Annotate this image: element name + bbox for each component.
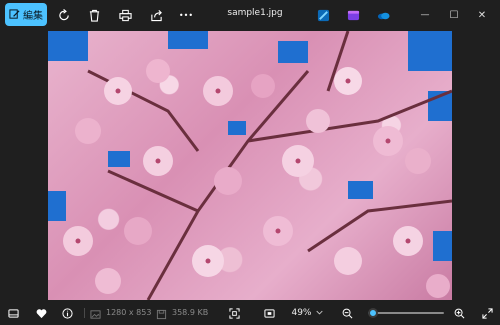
favorite-button[interactable] bbox=[33, 305, 49, 321]
minimize-button[interactable]: — bbox=[415, 5, 435, 25]
filmstrip-icon bbox=[7, 308, 19, 318]
share-button[interactable] bbox=[146, 5, 166, 25]
edit-icon bbox=[9, 9, 20, 19]
full-screen-button[interactable] bbox=[479, 305, 495, 321]
zoom-slider-thumb[interactable] bbox=[367, 308, 378, 318]
minimize-icon: — bbox=[420, 10, 430, 20]
zoom-value: 49% bbox=[291, 307, 312, 318]
zoom-dropdown[interactable]: 49% bbox=[285, 304, 329, 321]
info-button[interactable] bbox=[59, 305, 75, 321]
onedrive-button[interactable] bbox=[373, 5, 393, 25]
divider bbox=[84, 308, 85, 318]
expand-icon bbox=[481, 307, 493, 319]
maximize-icon: ☐ bbox=[449, 9, 459, 21]
zoom-in-button[interactable] bbox=[451, 305, 467, 321]
cherry-blossom-photo[interactable] bbox=[48, 31, 452, 300]
zoom-in-icon bbox=[454, 308, 464, 318]
delete-button[interactable] bbox=[84, 5, 104, 25]
photos-editor-icon bbox=[317, 9, 329, 21]
rotate-icon bbox=[58, 8, 69, 20]
trash-icon bbox=[89, 9, 99, 22]
clipchamp-button[interactable] bbox=[343, 5, 363, 25]
filmstrip-button[interactable] bbox=[5, 305, 21, 321]
window-title: sample1.jpg bbox=[227, 8, 283, 18]
edit-button-label: 編集 bbox=[23, 11, 43, 22]
file-size-icon bbox=[155, 306, 167, 322]
maximize-button[interactable]: ☐ bbox=[444, 5, 464, 25]
rotate-button[interactable] bbox=[54, 5, 74, 25]
print-button[interactable] bbox=[115, 5, 135, 25]
close-icon: ✕ bbox=[477, 9, 487, 21]
share-icon bbox=[150, 9, 162, 21]
image-dimensions: 1280 x 853 bbox=[106, 308, 152, 317]
more-options-button[interactable]: ••• bbox=[176, 5, 196, 25]
actual-size-button[interactable] bbox=[261, 305, 277, 321]
zoom-out-button[interactable] bbox=[339, 305, 355, 321]
onedrive-icon bbox=[377, 12, 390, 19]
edit-button[interactable]: 編集 bbox=[5, 3, 47, 26]
title-bar: 編集 ••• sample1.jpg — ☐ ✕ bbox=[0, 0, 500, 30]
info-icon bbox=[61, 307, 73, 319]
chevron-down-icon bbox=[315, 310, 323, 315]
actual-size-icon bbox=[263, 308, 275, 318]
blossom-illustration bbox=[48, 31, 452, 300]
fit-to-window-button[interactable] bbox=[226, 305, 242, 321]
save-disk-icon bbox=[156, 309, 166, 319]
photos-editor-button[interactable] bbox=[313, 5, 333, 25]
zoom-out-icon bbox=[342, 308, 352, 318]
file-size: 358.9 KB bbox=[172, 308, 209, 317]
heart-icon bbox=[36, 308, 46, 318]
zoom-slider[interactable] bbox=[367, 308, 444, 318]
image-size-icon bbox=[89, 306, 101, 322]
fit-to-window-icon bbox=[228, 307, 240, 319]
clipchamp-icon bbox=[347, 10, 359, 20]
printer-icon bbox=[118, 9, 132, 21]
image-dimensions-icon bbox=[89, 309, 101, 319]
close-button[interactable]: ✕ bbox=[472, 5, 492, 25]
more-options-label: ••• bbox=[178, 10, 194, 20]
